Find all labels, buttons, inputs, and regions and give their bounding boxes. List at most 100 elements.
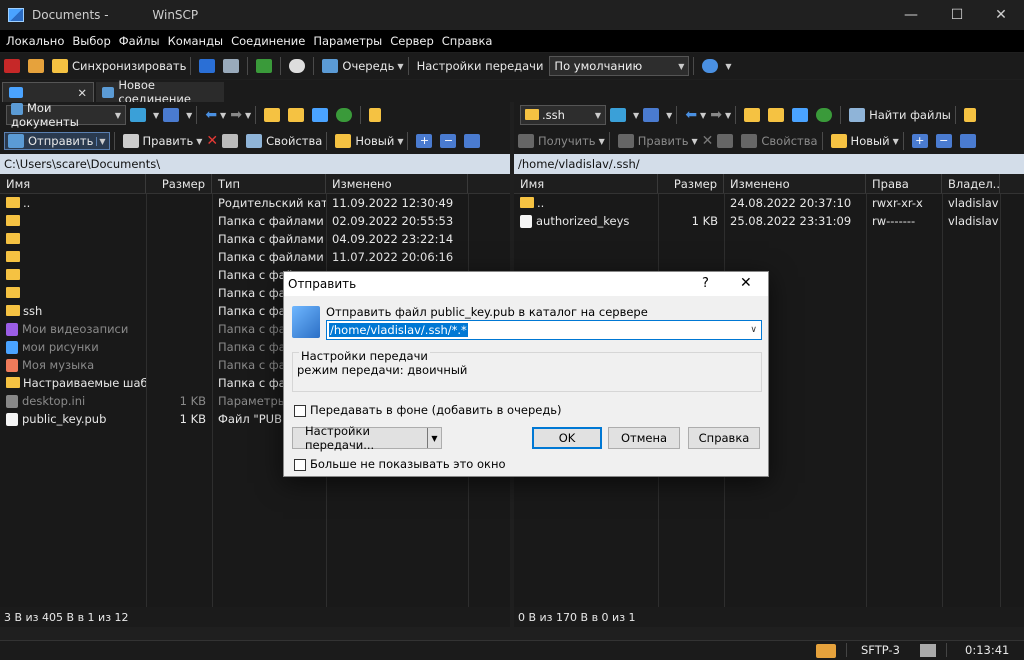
- transfer-settings-button[interactable]: Настройки передачи... ▼: [292, 424, 442, 452]
- col-name[interactable]: Имя: [514, 174, 658, 193]
- local-parent-dir-button[interactable]: [264, 108, 284, 122]
- commander-view-button[interactable]: [4, 59, 24, 73]
- remote-deselect-button[interactable]: −: [935, 134, 956, 148]
- minimize-button[interactable]: —: [888, 0, 934, 30]
- find-files-button[interactable]: Найти файлы: [849, 108, 951, 122]
- file-name: public_key.pub: [22, 412, 107, 426]
- menu-server[interactable]: Сервер: [390, 34, 434, 48]
- list-item[interactable]: .. 24.08.2022 20:37:10 rwxr-xr-x vladislav: [514, 194, 1024, 212]
- remote-forward-button[interactable]: ➡ ▼: [710, 107, 731, 123]
- local-tree-button[interactable]: [369, 108, 385, 122]
- list-item[interactable]: Папка с файлами 02.09.2022 20:55:53: [0, 212, 510, 230]
- refresh-button[interactable]: [256, 59, 276, 73]
- dropdown-arrow-icon[interactable]: ▼: [427, 428, 441, 448]
- local-path-bar[interactable]: C:\Users\scare\Documents\: [0, 154, 510, 174]
- local-send-button[interactable]: Отправить ▼: [4, 132, 110, 150]
- globe-menu-button[interactable]: ▼: [702, 59, 732, 73]
- local-root-dir-button[interactable]: [288, 108, 308, 122]
- menu-options[interactable]: Параметры: [313, 34, 382, 48]
- delete-icon: ✕: [206, 133, 219, 149]
- compare-button[interactable]: [28, 59, 48, 73]
- remote-home-button[interactable]: [792, 108, 812, 122]
- remote-root-dir-button[interactable]: [768, 108, 788, 122]
- remote-download-button[interactable]: Получить ▼: [518, 134, 605, 148]
- col-size[interactable]: Размер: [658, 174, 724, 193]
- local-new-button[interactable]: Новый ▼: [335, 134, 403, 148]
- local-rename-button[interactable]: [222, 134, 242, 148]
- remote-path-bar[interactable]: /home/vladislav/.ssh/: [514, 154, 1024, 174]
- synchronize-button[interactable]: Синхронизировать: [52, 59, 186, 73]
- local-deselect-button[interactable]: −: [440, 134, 460, 148]
- menu-select[interactable]: Выбор: [72, 34, 110, 48]
- col-changed[interactable]: Изменено: [724, 174, 866, 193]
- checkbox[interactable]: [294, 404, 306, 417]
- col-size[interactable]: Размер: [146, 174, 212, 193]
- list-item[interactable]: authorized_keys 1 KB 25.08.2022 23:31:09 rw…: [514, 212, 1024, 230]
- transfer-mode-select[interactable]: По умолчанию ▼: [549, 56, 690, 76]
- remote-tree-button[interactable]: [963, 108, 980, 122]
- menu-session[interactable]: Соединение: [231, 34, 305, 48]
- file-owner: vladislav: [948, 196, 999, 210]
- compare-icon: [28, 59, 44, 73]
- remote-filter-select-button[interactable]: [959, 134, 980, 148]
- local-filter-button[interactable]: ▼: [163, 108, 192, 122]
- local-select-all-button[interactable]: +: [416, 134, 436, 148]
- lock-icon: [816, 644, 836, 658]
- remote-filter-button[interactable]: ▼: [643, 108, 672, 122]
- remote-location-select[interactable]: .ssh ▼: [520, 105, 606, 125]
- menu-commands[interactable]: Команды: [168, 34, 223, 48]
- preferences-button[interactable]: [289, 59, 309, 73]
- local-edit-button[interactable]: Править ▼: [122, 134, 202, 148]
- remote-rename-button[interactable]: [717, 134, 737, 148]
- target-directory-input[interactable]: /home/vladislav/.ssh/*.* ∨: [326, 320, 762, 340]
- console-button[interactable]: [199, 59, 219, 73]
- remote-edit-button[interactable]: Править ▼: [617, 134, 698, 148]
- menu-local[interactable]: Локально: [6, 34, 64, 48]
- local-delete-button[interactable]: ✕: [206, 133, 218, 149]
- remote-open-folder-button[interactable]: ▼: [610, 108, 639, 122]
- menu-help[interactable]: Справка: [442, 34, 493, 48]
- local-back-button[interactable]: ⬅ ▼: [205, 107, 226, 123]
- tab-local[interactable]: ✕: [2, 82, 94, 102]
- chevron-down-icon[interactable]: ∨: [750, 325, 757, 335]
- local-home-button[interactable]: [312, 108, 332, 122]
- list-item[interactable]: Папка с файлами 11.07.2022 20:06:16: [0, 248, 510, 266]
- ok-button[interactable]: OK: [532, 427, 602, 449]
- help-button[interactable]: Справка: [688, 427, 760, 449]
- local-filter-select-button[interactable]: [464, 134, 484, 148]
- putty-button[interactable]: [223, 59, 243, 73]
- col-changed[interactable]: Изменено: [326, 174, 468, 193]
- remote-back-button[interactable]: ⬅ ▼: [685, 107, 706, 123]
- remote-parent-dir-button[interactable]: [744, 108, 764, 122]
- list-item[interactable]: .. Родительский кат... 11.09.2022 12:30:49: [0, 194, 510, 212]
- local-location-select[interactable]: Мои документы ▼: [6, 101, 126, 129]
- dialog-close-icon[interactable]: ✕: [740, 275, 752, 291]
- separator: [407, 57, 409, 75]
- local-open-folder-button[interactable]: ▼: [130, 108, 159, 122]
- remote-refresh-button[interactable]: [816, 108, 836, 122]
- local-refresh-button[interactable]: [336, 108, 356, 122]
- local-properties-button[interactable]: Свойства: [246, 134, 322, 148]
- remote-new-button[interactable]: Новый ▼: [830, 134, 899, 148]
- col-type[interactable]: Тип: [212, 174, 326, 193]
- background-transfer-checkbox[interactable]: Передавать в фоне (добавить в очередь): [294, 403, 562, 417]
- remote-delete-button[interactable]: ✕: [702, 133, 714, 149]
- close-button[interactable]: ✕: [978, 0, 1024, 30]
- menu-files[interactable]: Файлы: [119, 34, 160, 48]
- help-icon[interactable]: ?: [702, 276, 709, 291]
- queue-button[interactable]: Очередь ▼: [322, 59, 404, 73]
- tab-close-icon[interactable]: ✕: [77, 86, 87, 100]
- col-name[interactable]: Имя: [0, 174, 146, 193]
- remote-properties-button[interactable]: Свойства: [741, 134, 818, 148]
- minus-icon: −: [440, 134, 457, 148]
- maximize-button[interactable]: ☐: [934, 0, 980, 30]
- cancel-button[interactable]: Отмена: [608, 427, 680, 449]
- col-rights[interactable]: Права: [866, 174, 942, 193]
- dont-show-checkbox[interactable]: Больше не показывать это окно: [294, 457, 506, 471]
- remote-select-all-button[interactable]: +: [911, 134, 932, 148]
- tab-new-session[interactable]: Новое соединение: [96, 78, 224, 106]
- list-item[interactable]: Папка с файлами 04.09.2022 23:22:14: [0, 230, 510, 248]
- col-owner[interactable]: Владел...: [942, 174, 1000, 193]
- checkbox[interactable]: [294, 458, 306, 471]
- local-forward-button[interactable]: ➡ ▼: [230, 107, 251, 123]
